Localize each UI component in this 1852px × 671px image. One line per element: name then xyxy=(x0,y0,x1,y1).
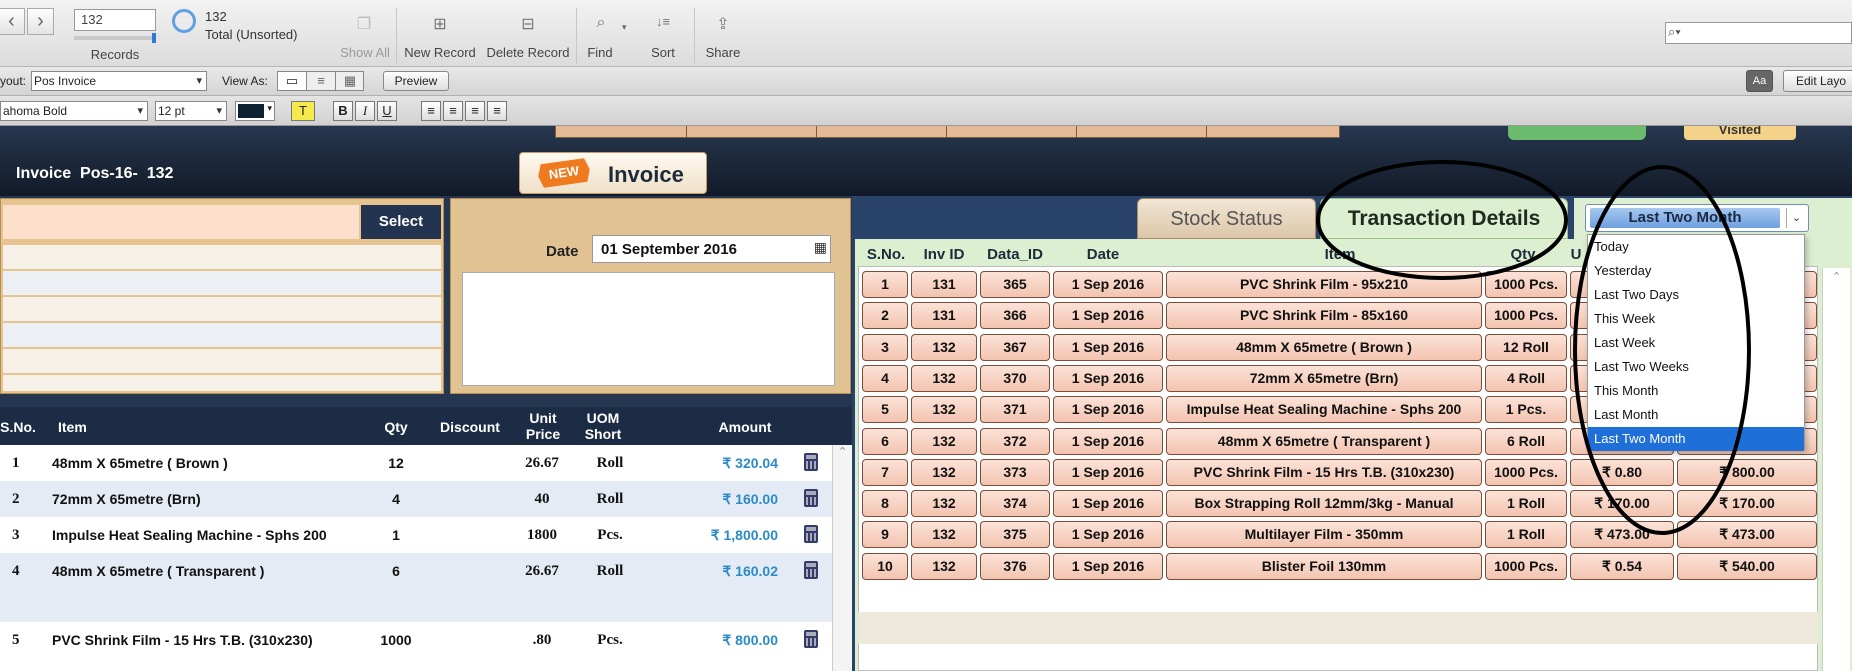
annotation-overlay xyxy=(1316,160,1751,535)
annotation-ellipse-dropdown xyxy=(1573,165,1751,535)
annotation-ellipse-tab xyxy=(1316,160,1568,280)
